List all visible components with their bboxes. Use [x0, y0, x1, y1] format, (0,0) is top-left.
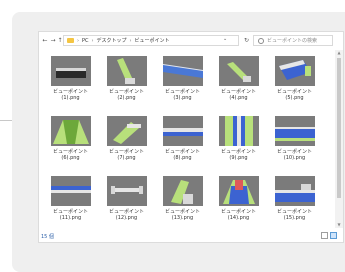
image-thumbnail-icon: [274, 56, 315, 86]
item-count: 15 個: [41, 234, 54, 240]
file-name-label: ビューポイント (7).png: [109, 149, 144, 161]
file-grid: ビューポイント (1).png ビューポイント (2).png ビューポイント (3).p…: [39, 50, 343, 228]
image-thumbnail-icon: [106, 56, 147, 86]
file-name-line2: (10).png: [283, 155, 306, 161]
file-name-label: ビューポイント (2).png: [109, 89, 144, 101]
view-toggle: [321, 232, 337, 239]
file-name-line2: (14).png: [227, 215, 250, 221]
address-row: ← → ↑ › PC › デスクトップ › ビューポイント ⌄ ↻ ビューポイン…: [39, 32, 343, 50]
file-item[interactable]: ビューポイント (11).png: [43, 176, 98, 232]
file-name-label: ビューポイント (3).png: [165, 89, 200, 101]
scroll-thumb[interactable]: [337, 58, 341, 198]
breadcrumb-separator: ›: [91, 37, 94, 44]
refresh-icon[interactable]: ↻: [241, 35, 252, 46]
file-name-line2: (1).png: [61, 95, 80, 101]
file-item[interactable]: ビューポイント (6).png: [43, 116, 98, 172]
file-item[interactable]: ビューポイント (10).png: [267, 116, 322, 172]
file-item[interactable]: ビューポイント (3).png: [155, 56, 210, 112]
image-thumbnail-icon: [274, 116, 315, 146]
file-item[interactable]: ビューポイント (14).png: [211, 176, 266, 232]
file-item[interactable]: ビューポイント (4).png: [211, 56, 266, 112]
file-item[interactable]: ビューポイント (12).png: [99, 176, 154, 232]
breadcrumb-pc[interactable]: PC: [82, 38, 89, 44]
chevron-down-icon[interactable]: ⌄: [223, 36, 227, 42]
folder-icon: [67, 38, 74, 43]
file-item[interactable]: ビューポイント (1).png: [43, 56, 98, 112]
image-thumbnail-icon: [106, 176, 147, 206]
image-thumbnail-icon: [50, 176, 91, 206]
file-item[interactable]: ビューポイント (7).png: [99, 116, 154, 172]
file-name-line2: (13).png: [171, 215, 194, 221]
breadcrumb-viewpoint[interactable]: ビューポイント: [135, 37, 170, 44]
image-thumbnail-icon: [218, 56, 259, 86]
file-name-label: ビューポイント (12).png: [109, 209, 144, 221]
search-input[interactable]: ビューポイントの検索: [253, 35, 333, 46]
file-name-label: ビューポイント (11).png: [53, 209, 88, 221]
image-thumbnail-icon: [50, 116, 91, 146]
scroll-down-icon[interactable]: ▼: [335, 222, 343, 228]
file-name-line2: (8).png: [173, 155, 192, 161]
file-item[interactable]: ビューポイント (2).png: [99, 56, 154, 112]
file-name-label: ビューポイント (9).png: [221, 149, 256, 161]
breadcrumb-separator: ›: [129, 37, 132, 44]
file-explorer-window: ← → ↑ › PC › デスクトップ › ビューポイント ⌄ ↻ ビューポイン…: [39, 32, 343, 242]
image-thumbnail-icon: [162, 56, 203, 86]
pointer-line: [0, 120, 12, 121]
file-name-label: ビューポイント (13).png: [165, 209, 200, 221]
file-name-line2: (11).png: [59, 215, 82, 221]
file-name-label: ビューポイント (1).png: [53, 89, 88, 101]
breadcrumb-desktop[interactable]: デスクトップ: [97, 37, 127, 44]
file-name-label: ビューポイント (14).png: [221, 209, 256, 221]
file-name-line2: (15).png: [283, 215, 306, 221]
scroll-up-icon[interactable]: ▲: [335, 50, 343, 56]
file-name-label: ビューポイント (10).png: [277, 149, 312, 161]
file-item[interactable]: ビューポイント (13).png: [155, 176, 210, 232]
file-name-label: ビューポイント (8).png: [165, 149, 200, 161]
image-thumbnail-icon: [162, 176, 203, 206]
image-thumbnail-icon: [218, 116, 259, 146]
file-name-label: ビューポイント (5).png: [277, 89, 312, 101]
status-bar: 15 個: [39, 230, 343, 242]
file-item[interactable]: ビューポイント (15).png: [267, 176, 322, 232]
address-bar[interactable]: › PC › デスクトップ › ビューポイント: [63, 35, 239, 46]
file-name-line2: (4).png: [229, 95, 248, 101]
back-button[interactable]: ←: [41, 36, 49, 45]
file-name-line2: (2).png: [117, 95, 136, 101]
image-thumbnail-icon: [162, 116, 203, 146]
search-placeholder: ビューポイントの検索: [267, 38, 318, 44]
file-name-label: ビューポイント (15).png: [277, 209, 312, 221]
file-name-line2: (9).png: [229, 155, 248, 161]
file-name-line2: (12).png: [115, 215, 138, 221]
large-icons-view-icon[interactable]: [330, 232, 337, 239]
vertical-scrollbar[interactable]: ▲ ▼: [335, 50, 343, 228]
file-item[interactable]: ビューポイント (5).png: [267, 56, 322, 112]
image-thumbnail-icon: [50, 56, 91, 86]
image-thumbnail-icon: [274, 176, 315, 206]
file-name-line2: (3).png: [173, 95, 192, 101]
image-thumbnail-icon: [106, 116, 147, 146]
image-thumbnail-icon: [218, 176, 259, 206]
file-name-label: ビューポイント (6).png: [53, 149, 88, 161]
file-name-line2: (7).png: [117, 155, 136, 161]
file-name-line2: (6).png: [61, 155, 80, 161]
file-item[interactable]: ビューポイント (9).png: [211, 116, 266, 172]
details-view-icon[interactable]: [321, 232, 328, 239]
search-icon: [258, 37, 264, 44]
file-item[interactable]: ビューポイント (8).png: [155, 116, 210, 172]
file-name-label: ビューポイント (4).png: [221, 89, 256, 101]
file-name-line2: (5).png: [285, 95, 304, 101]
breadcrumb-separator: ›: [77, 37, 79, 44]
